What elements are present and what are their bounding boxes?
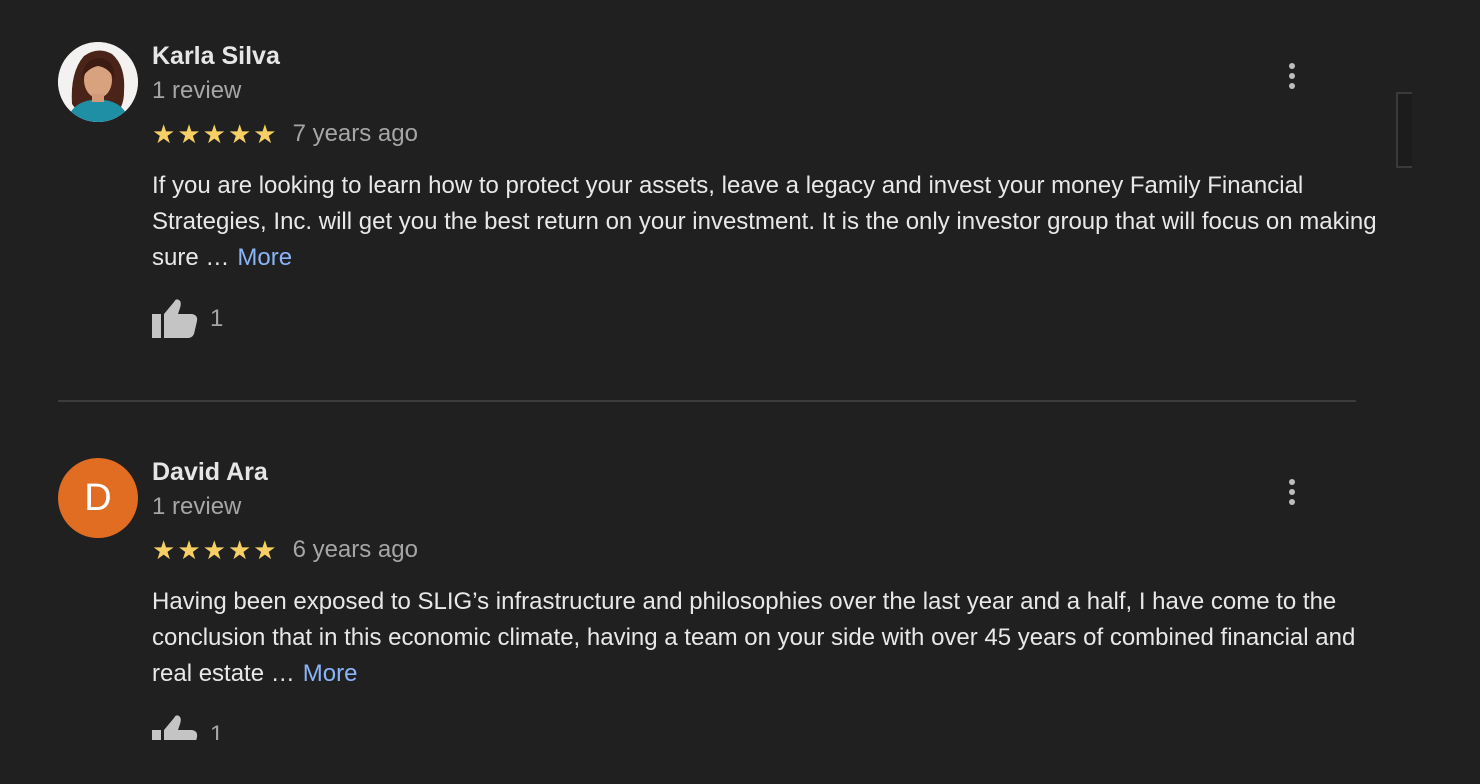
star-rating: ★ ★ ★ ★ ★ [152, 121, 277, 147]
star-icon: ★ [152, 535, 176, 565]
star-icon: ★ [177, 119, 201, 149]
more-vert-icon [1289, 479, 1295, 485]
like-count: 1 [210, 721, 224, 740]
star-icon: ★ [253, 535, 277, 565]
star-rating: ★ ★ ★ ★ ★ [152, 537, 277, 563]
star-icon: ★ [227, 119, 252, 149]
more-vert-icon-dot [1289, 499, 1295, 505]
star-icon: ★ [253, 119, 277, 149]
review-time: 6 years ago [292, 536, 418, 563]
like-row: 1 [152, 298, 223, 340]
more-vert-icon-dot [1289, 489, 1295, 495]
rating-row: ★ ★ ★ ★ ★ 7 years ago [152, 120, 418, 148]
review-menu-button[interactable] [1280, 476, 1304, 508]
star-icon: ★ [202, 535, 226, 565]
reviews-list: Karla Silva 1 review ★ ★ ★ ★ ★ 7 years a… [0, 0, 1480, 740]
more-link[interactable]: More [237, 244, 292, 271]
review-menu-button[interactable] [1280, 60, 1304, 92]
reviewer-review-count[interactable]: 1 review [152, 77, 241, 105]
review-time: 7 years ago [292, 120, 418, 147]
rating-row: ★ ★ ★ ★ ★ 6 years ago [152, 536, 418, 564]
more-vert-icon-dot [1289, 83, 1295, 89]
reviewer-avatar[interactable]: D [58, 458, 138, 538]
review-text: If you are looking to learn how to prote… [152, 168, 1382, 276]
star-icon: ★ [202, 119, 226, 149]
review-text: Having been exposed to SLIG’s infrastruc… [152, 584, 1382, 692]
thumbs-up-icon[interactable] [152, 714, 198, 740]
star-icon: ★ [177, 535, 201, 565]
like-count: 1 [210, 305, 224, 332]
reviewer-name[interactable]: David Ara [152, 458, 268, 487]
reviewer-review-count[interactable]: 1 review [152, 493, 241, 521]
more-vert-icon-dot [1289, 73, 1295, 79]
scrollbar-thumb[interactable] [1396, 92, 1412, 168]
review-divider [58, 400, 1356, 402]
star-icon: ★ [152, 119, 176, 149]
like-row: 1 [152, 714, 223, 740]
reviewer-name[interactable]: Karla Silva [152, 42, 280, 71]
review-body: If you are looking to learn how to prote… [152, 172, 1377, 271]
reviewer-avatar[interactable] [58, 42, 138, 122]
thumbs-up-icon[interactable] [152, 298, 198, 340]
star-icon: ★ [227, 535, 252, 565]
avatar-photo-icon [58, 42, 138, 122]
more-link[interactable]: More [303, 660, 358, 687]
more-vert-icon [1289, 63, 1295, 69]
